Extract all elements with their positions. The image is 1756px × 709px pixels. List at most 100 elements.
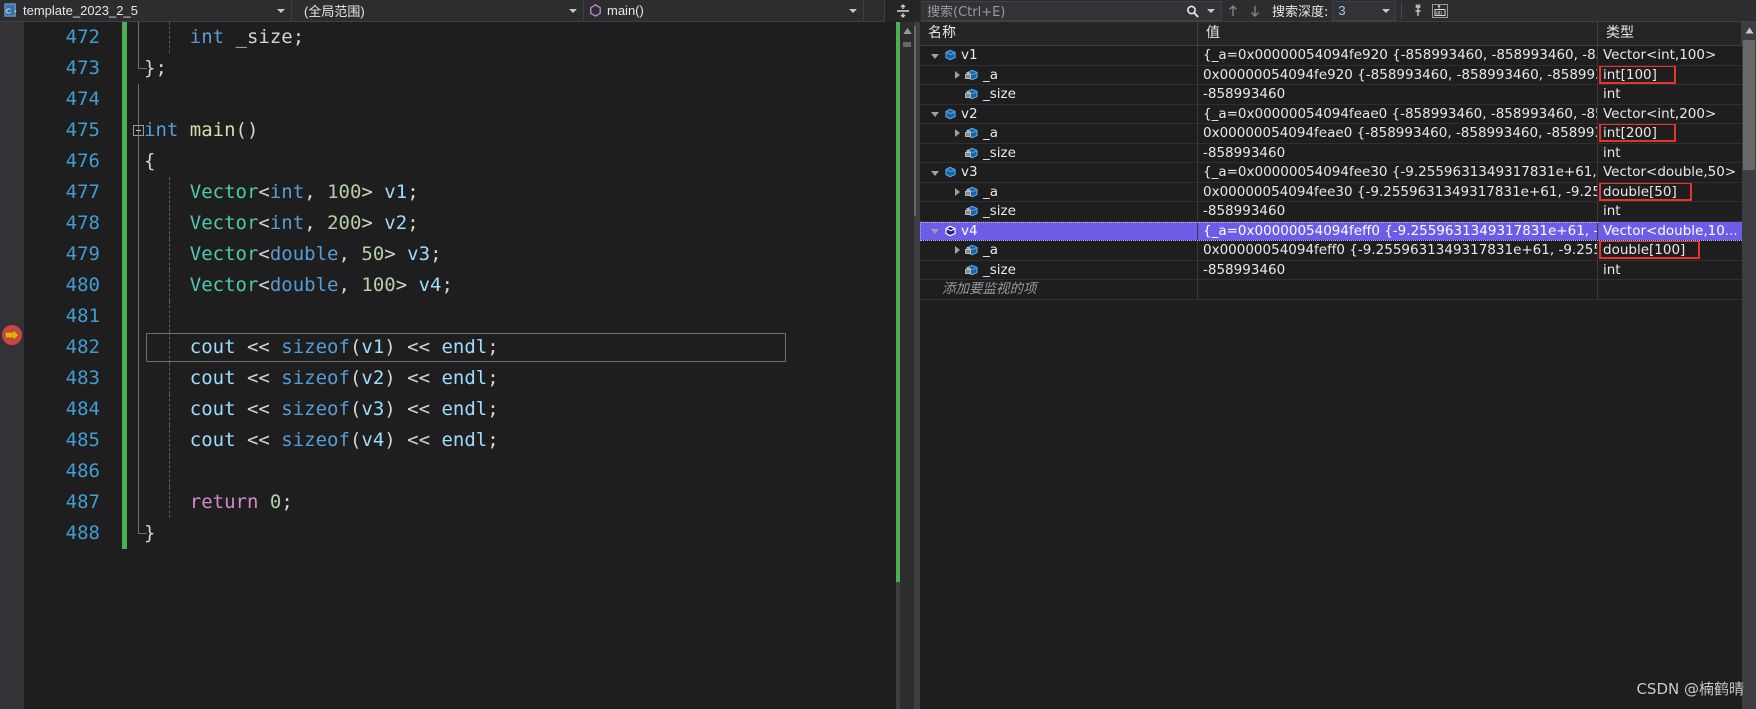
- watch-value-cell[interactable]: {_a=0x00000054094fee30 {-9.2559631349317…: [1198, 163, 1598, 182]
- watch-value-cell[interactable]: -858993460: [1198, 143, 1598, 162]
- scrollbar-thumb[interactable]: [1743, 40, 1755, 170]
- watch-value-cell[interactable]: [1198, 280, 1598, 299]
- search-options-chevron-down-icon[interactable]: [1207, 8, 1215, 13]
- watch-name-cell[interactable]: _a: [920, 241, 1198, 260]
- expander-collapse-icon[interactable]: [928, 46, 942, 64]
- code-line[interactable]: 476 {: [24, 146, 896, 177]
- chevron-down-icon[interactable]: [1382, 8, 1391, 13]
- watch-name-cell[interactable]: _a: [920, 124, 1198, 143]
- code-line[interactable]: 477 Vector<int, 100> v1;: [24, 177, 896, 208]
- watch-value-cell[interactable]: 0x00000054094fe920 {-858993460, -8589934…: [1198, 65, 1598, 84]
- watch-table-row[interactable]: _size -858993460 int: [920, 85, 1742, 105]
- code-line[interactable]: 481: [24, 301, 896, 332]
- watch-value-cell[interactable]: {_a=0x00000054094fe920 {-858993460, -858…: [1198, 46, 1598, 65]
- watch-value-cell[interactable]: -858993460: [1198, 85, 1598, 104]
- code-line[interactable]: 488}: [24, 518, 896, 549]
- watch-table-row[interactable]: v1 {_a=0x00000054094fe920 {-858993460, -8…: [920, 46, 1742, 66]
- code-line[interactable]: 479 Vector<double, 50> v3;: [24, 239, 896, 270]
- column-header-value[interactable]: 值: [1198, 22, 1598, 45]
- watch-table-row[interactable]: v4 {_a=0x00000054094feff0 {-9.25596313493…: [920, 221, 1742, 241]
- watch-name-cell[interactable]: _size: [920, 202, 1198, 221]
- watch-value-cell[interactable]: -858993460: [1198, 260, 1598, 279]
- symbol-dropdown[interactable]: main(): [584, 0, 864, 22]
- watch-name-cell[interactable]: _size: [920, 143, 1198, 162]
- expander-expand-icon[interactable]: [950, 183, 964, 201]
- watch-table-row[interactable]: _size -858993460 int: [920, 202, 1742, 222]
- chevron-down-icon[interactable]: [277, 8, 285, 13]
- code-line[interactable]: 474: [24, 84, 896, 115]
- watch-name-cell[interactable]: _a: [920, 182, 1198, 201]
- expander-expand-icon[interactable]: [950, 66, 964, 84]
- watch-name-cell[interactable]: _size: [920, 260, 1198, 279]
- code-line[interactable]: 485 cout << sizeof(v4) << endl;: [24, 425, 896, 456]
- watch-table-row[interactable]: _size -858993460 int: [920, 143, 1742, 163]
- watch-table-row[interactable]: _a 0x00000054094feae0 {-858993460, -85899…: [920, 124, 1742, 144]
- breakpoint-gutter[interactable]: [0, 22, 24, 709]
- watch-value-cell[interactable]: {_a=0x00000054094feff0 {-9.2559631349317…: [1198, 221, 1598, 240]
- watch-value-cell[interactable]: 0x00000054094fee30 {-9.2559631349317831e…: [1198, 182, 1598, 201]
- watch-window[interactable]: 名称 值 类型 v1 {_a=0x00000054094fe920 {-85899…: [900, 22, 1756, 709]
- watch-name-cell[interactable]: _size: [920, 85, 1198, 104]
- code-line[interactable]: 487 return 0;: [24, 487, 896, 518]
- watch-value-cell[interactable]: 0x00000054094feff0 {-9.2559631349317831e…: [1198, 241, 1598, 260]
- collapse-region-button[interactable]: [133, 125, 144, 136]
- watch-left-scrollbar[interactable]: [900, 22, 914, 709]
- watch-type-cell: Vector<double,10...: [1598, 221, 1742, 240]
- search-next-button[interactable]: [1244, 0, 1266, 22]
- code-line[interactable]: 475 int main(): [24, 115, 896, 146]
- code-line[interactable]: 482 cout << sizeof(v1) << endl;: [24, 332, 896, 363]
- block-guide: [138, 363, 139, 394]
- expander-collapse-icon[interactable]: [928, 105, 942, 123]
- pin-icon[interactable]: [1407, 0, 1429, 22]
- search-input[interactable]: 搜索(Ctrl+E): [922, 0, 1222, 21]
- watch-value-cell[interactable]: {_a=0x00000054094feae0 {-858993460, -858…: [1198, 104, 1598, 123]
- code-line[interactable]: 472 int _size;: [24, 22, 896, 53]
- watch-table-row[interactable]: _a 0x00000054094feff0 {-9.255963134931783…: [920, 241, 1742, 261]
- watch-table-row[interactable]: _a 0x00000054094fe920 {-858993460, -85899…: [920, 65, 1742, 85]
- watch-table-row[interactable]: v2 {_a=0x00000054094feae0 {-858993460, -8…: [920, 104, 1742, 124]
- column-header-name[interactable]: 名称: [920, 22, 1198, 45]
- watch-variables-table[interactable]: 名称 值 类型 v1 {_a=0x00000054094fe920 {-85899…: [920, 22, 1742, 300]
- project-dropdown[interactable]: C template_2023_2_5: [0, 0, 292, 22]
- watch-name-cell[interactable]: 添加要监视的项: [920, 280, 1198, 299]
- search-prev-button[interactable]: [1222, 0, 1244, 22]
- watch-value-cell[interactable]: -858993460: [1198, 202, 1598, 221]
- split-window-icon[interactable]: [884, 0, 921, 22]
- code-token: int: [269, 212, 305, 234]
- watch-add-item-row[interactable]: 添加要监视的项: [920, 280, 1742, 300]
- code-line[interactable]: 478 Vector<int, 200> v2;: [24, 208, 896, 239]
- watch-table-row[interactable]: _a 0x00000054094fee30 {-9.255963134931783…: [920, 182, 1742, 202]
- scroll-up-icon[interactable]: [1742, 22, 1756, 38]
- watch-vertical-scrollbar[interactable]: [1742, 22, 1756, 709]
- chevron-down-icon[interactable]: [849, 8, 857, 13]
- expander-expand-icon[interactable]: [950, 124, 964, 142]
- private-member-object-icon: [964, 145, 980, 161]
- watch-table-row[interactable]: _size -858993460 int: [920, 260, 1742, 280]
- watch-name-cell[interactable]: v1: [920, 46, 1198, 65]
- scope-dropdown[interactable]: (全局范围): [292, 0, 584, 22]
- code-editor[interactable]: 472 int _size; 473}; 474 475 int main() 476{4…: [0, 22, 920, 709]
- expander-expand-icon[interactable]: [950, 241, 964, 259]
- code-line[interactable]: 486: [24, 456, 896, 487]
- code-text-area[interactable]: 472 int _size; 473}; 474 475 int main() 476{4…: [24, 22, 896, 709]
- expander-collapse-icon[interactable]: [928, 222, 942, 240]
- expander-collapse-icon[interactable]: [928, 163, 942, 181]
- code-line[interactable]: 483 cout << sizeof(v2) << endl;: [24, 363, 896, 394]
- watch-variable-name: _size: [983, 86, 1016, 103]
- column-header-type[interactable]: 类型: [1598, 22, 1742, 45]
- code-line[interactable]: 484 cout << sizeof(v3) << endl;: [24, 394, 896, 425]
- code-line[interactable]: 480 Vector<double, 100> v4;: [24, 270, 896, 301]
- ab-text-icon[interactable]: ab: [1429, 0, 1451, 22]
- watch-value-cell[interactable]: 0x00000054094feae0 {-858993460, -8589934…: [1198, 124, 1598, 143]
- watch-name-cell[interactable]: v4: [920, 221, 1198, 240]
- search-depth-select[interactable]: 3: [1332, 0, 1397, 21]
- watch-name-cell[interactable]: v3: [920, 163, 1198, 182]
- watch-name-cell[interactable]: v2: [920, 104, 1198, 123]
- code-line[interactable]: 473};: [24, 53, 896, 84]
- scrollbar-thumb[interactable]: [903, 42, 911, 47]
- scroll-up-icon[interactable]: [900, 24, 914, 38]
- watch-table-row[interactable]: v3 {_a=0x00000054094fee30 {-9.25596313493…: [920, 163, 1742, 183]
- watch-name-cell[interactable]: _a: [920, 65, 1198, 84]
- chevron-down-icon[interactable]: [569, 8, 577, 13]
- watermark: CSDN @楠鹤晴: [1636, 680, 1744, 698]
